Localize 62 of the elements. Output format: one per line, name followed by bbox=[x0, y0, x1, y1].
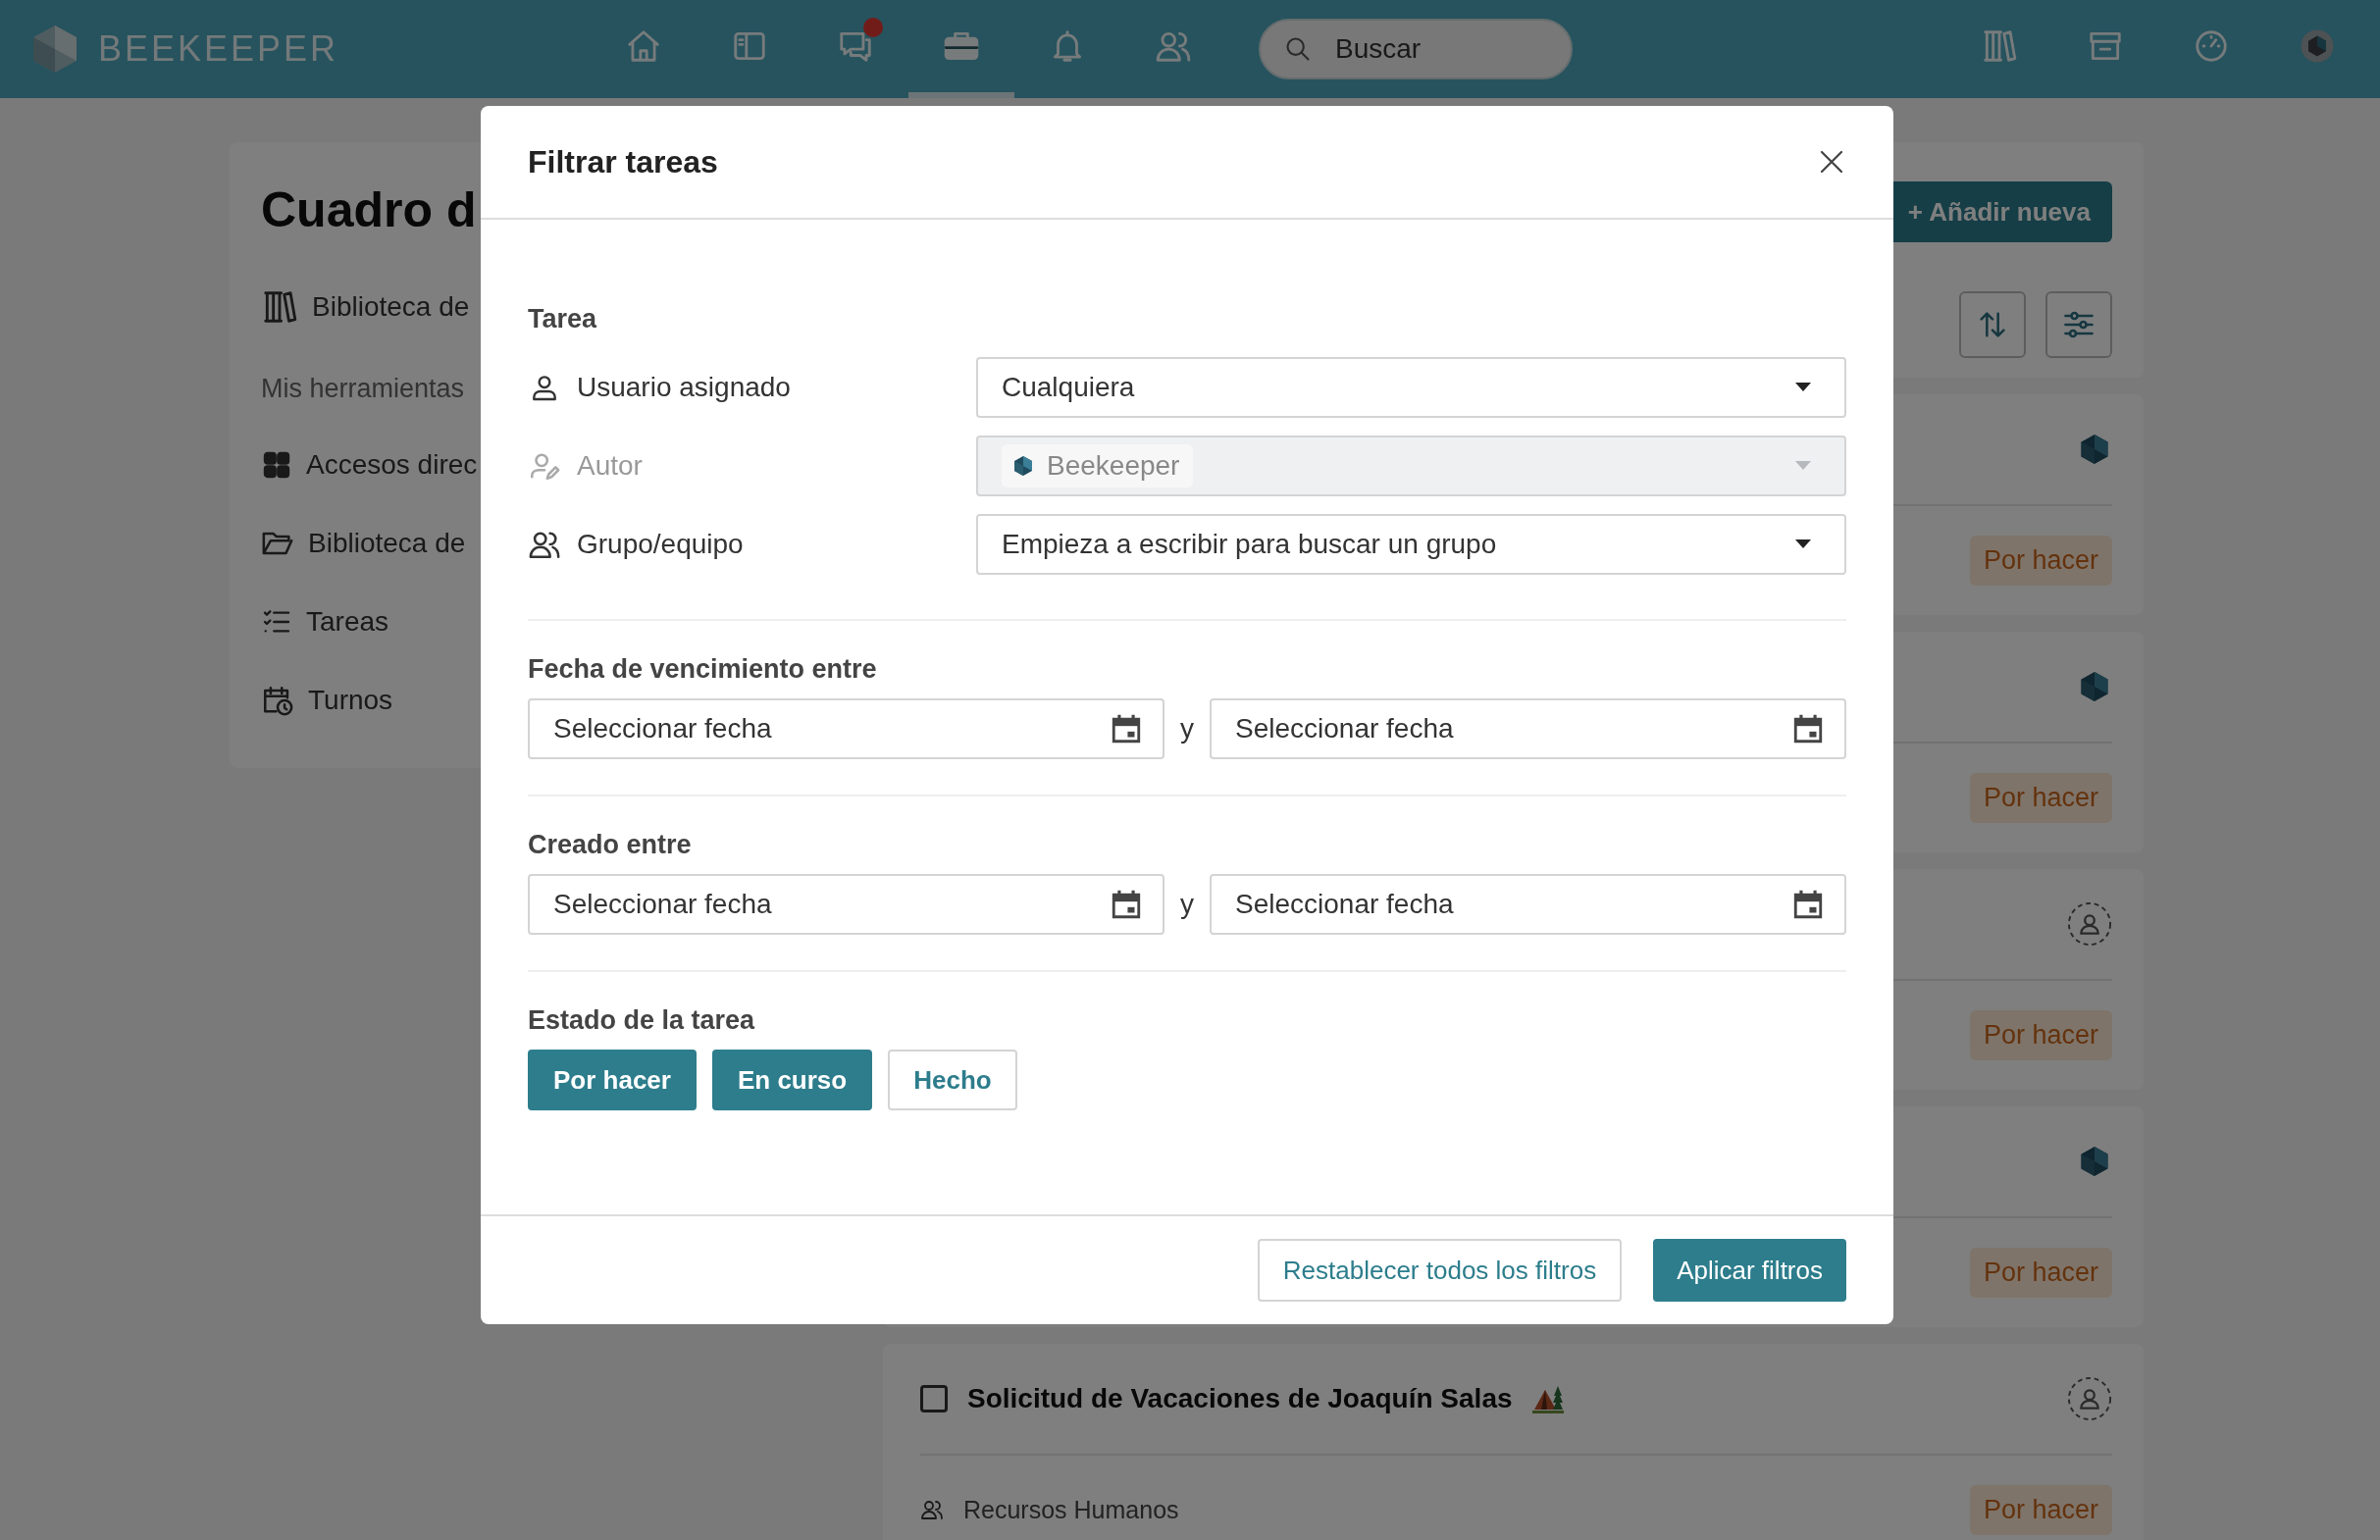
logo-icon bbox=[31, 24, 78, 75]
section-title: Estado de la tarea bbox=[528, 1005, 756, 1036]
unassigned-icon[interactable] bbox=[2067, 900, 2112, 947]
calendar-icon[interactable] bbox=[1791, 888, 1825, 921]
gauge-icon bbox=[2193, 27, 2230, 65]
calendar-clock-icon bbox=[261, 684, 294, 717]
status-toggle[interactable]: Por hacer bbox=[528, 1050, 697, 1110]
status-badge: Por hacer bbox=[1969, 1247, 2112, 1298]
sidebar-item[interactable]: Accesos direc bbox=[306, 449, 478, 481]
grid-icon bbox=[261, 449, 292, 481]
calendar-icon[interactable] bbox=[1110, 888, 1143, 921]
search-field[interactable]: Buscar bbox=[1259, 19, 1573, 79]
calendar-icon[interactable] bbox=[1791, 712, 1825, 745]
calendar-icon[interactable] bbox=[1110, 712, 1143, 745]
status-badge: Por hacer bbox=[1969, 1009, 2112, 1060]
range-separator: y bbox=[1179, 889, 1195, 920]
date-field[interactable]: Seleccionar fecha bbox=[1210, 698, 1846, 759]
status-badge: Por hacer bbox=[1969, 772, 2112, 823]
task-group: Recursos Humanos bbox=[963, 1495, 1179, 1524]
library-icon bbox=[261, 288, 298, 326]
group-select[interactable]: Empieza a escribir para buscar un grupo bbox=[976, 514, 1846, 575]
sidebar-item[interactable]: Biblioteca de bbox=[308, 528, 466, 559]
field-label: Usuario asignado bbox=[577, 372, 791, 403]
section-title: Tarea bbox=[528, 304, 598, 334]
group-icon bbox=[920, 1498, 944, 1522]
library-icon bbox=[1981, 27, 2018, 65]
reset-button[interactable]: Restablecer todos los filtros bbox=[1257, 1239, 1623, 1302]
caret-icon bbox=[1795, 461, 1811, 471]
field-label: Autor bbox=[577, 450, 643, 482]
range-separator: y bbox=[1179, 713, 1195, 744]
logo-text: BEEKEEPER bbox=[98, 28, 339, 70]
hexagon-icon bbox=[1011, 454, 1035, 478]
chip-label: Beekeeper bbox=[1047, 450, 1180, 482]
status-badge: Por hacer bbox=[1969, 1484, 2112, 1535]
status-badge: Por hacer bbox=[1969, 535, 2112, 586]
home-icon bbox=[625, 27, 662, 65]
sidebar-heading: Mis herramientas bbox=[261, 374, 466, 404]
sidebar-item[interactable]: Tareas bbox=[306, 606, 389, 638]
status-toggle[interactable]: En curso bbox=[711, 1050, 873, 1110]
task-title: Solicitud de Vacaciones de Joaquín Salas bbox=[967, 1382, 1513, 1414]
sidebar-item[interactable]: Turnos bbox=[308, 685, 393, 716]
field-label: Grupo/equipo bbox=[577, 529, 744, 560]
date-field[interactable]: Seleccionar fecha bbox=[528, 874, 1164, 935]
caret-icon bbox=[1795, 383, 1811, 392]
dialog-title: Filtrar tareas bbox=[528, 143, 718, 180]
section-title: Creado entre bbox=[528, 830, 693, 860]
date-field[interactable]: Seleccionar fecha bbox=[1210, 874, 1846, 935]
sidebar-link[interactable]: Biblioteca de bbox=[312, 291, 470, 323]
section-title: Fecha de vencimiento entre bbox=[528, 654, 878, 685]
filter-button[interactable] bbox=[2045, 291, 2112, 358]
search-icon bbox=[1284, 35, 1312, 63]
task-checkbox[interactable] bbox=[920, 1384, 948, 1412]
avatar-icon[interactable] bbox=[2300, 28, 2335, 64]
unassigned-icon[interactable] bbox=[2067, 1375, 2112, 1421]
task-card[interactable]: Solicitud de Vacaciones de Joaquín Salas Recursos Humanos Por hacer bbox=[883, 1344, 2144, 1540]
status-toggle[interactable]: Hecho bbox=[888, 1050, 1017, 1110]
apply-button[interactable]: Aplicar filtros bbox=[1653, 1239, 1846, 1302]
page-title: Cuadro d bbox=[261, 181, 478, 238]
sort-button[interactable] bbox=[1959, 291, 2026, 358]
caret-icon bbox=[1795, 539, 1811, 549]
date-field[interactable]: Seleccionar fecha bbox=[528, 698, 1164, 759]
user-select[interactable]: Cualquiera bbox=[976, 357, 1846, 418]
